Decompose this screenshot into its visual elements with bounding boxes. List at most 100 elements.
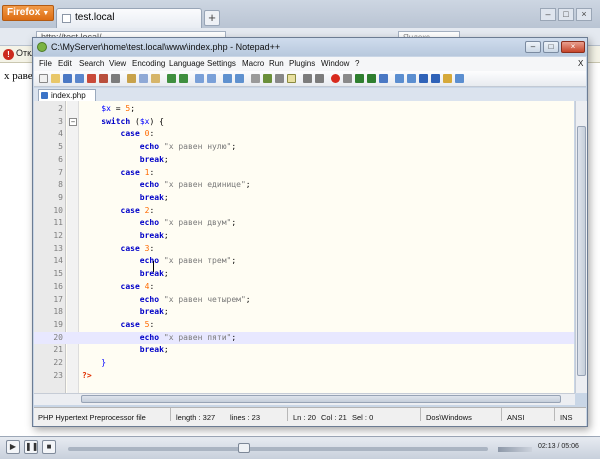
stop-macro-icon[interactable] xyxy=(343,74,352,83)
code-token: case xyxy=(82,319,140,329)
code-line[interactable]: 15 break; xyxy=(34,268,574,281)
code-text: break; xyxy=(82,344,169,357)
code-text: case 3: xyxy=(82,243,155,256)
fold-toggle-icon[interactable]: − xyxy=(69,117,77,126)
browser-tab[interactable]: test.local xyxy=(56,8,202,28)
seek-handle[interactable] xyxy=(238,443,250,453)
close-all-icon[interactable] xyxy=(99,74,108,83)
code-line[interactable]: 20 echo "x равен пяти"; xyxy=(34,331,574,345)
menu-search[interactable]: Search xyxy=(79,57,104,71)
horizontal-scroll-thumb[interactable] xyxy=(81,395,561,403)
play-icon[interactable]: ▶ xyxy=(6,440,20,454)
code-token: echo xyxy=(82,142,160,152)
code-token: "x равен пяти" xyxy=(163,332,232,342)
close-file-icon[interactable] xyxy=(87,74,96,83)
code-line[interactable]: 5 echo "x равен нулю"; xyxy=(34,141,574,154)
code-line[interactable]: 13 case 3: xyxy=(34,243,574,256)
minimize-icon[interactable]: – xyxy=(540,8,556,21)
new-tab-button[interactable]: + xyxy=(204,10,220,26)
plugin-a-icon[interactable] xyxy=(395,74,404,83)
firefox-menu-button[interactable]: Firefox ▼ xyxy=(2,5,54,21)
zoom-out-icon[interactable] xyxy=(235,74,244,83)
line-number: 20 xyxy=(53,332,63,342)
volume-slider[interactable] xyxy=(498,447,532,452)
code-line[interactable]: 6 break; xyxy=(34,154,574,167)
menu-macro[interactable]: Macro xyxy=(242,57,264,71)
code-token: "x равен единице" xyxy=(163,180,246,190)
new-file-icon[interactable] xyxy=(39,74,48,83)
open-file-icon[interactable] xyxy=(51,74,60,83)
plugin-e-icon[interactable] xyxy=(443,74,452,83)
menu-window[interactable]: Window xyxy=(321,57,349,71)
find-icon[interactable] xyxy=(195,74,204,83)
menu-run[interactable]: Run xyxy=(269,57,284,71)
menu-edit[interactable]: Edit xyxy=(58,57,72,71)
undo-icon[interactable] xyxy=(167,74,176,83)
plugin-b-icon[interactable] xyxy=(407,74,416,83)
code-line[interactable]: 3− switch ($x) { xyxy=(34,116,574,129)
code-line[interactable]: 23 ?> xyxy=(34,370,574,383)
function-list-icon[interactable] xyxy=(315,74,324,83)
menu-close-document[interactable]: X xyxy=(578,57,583,71)
sync-scroll-icon[interactable] xyxy=(251,74,260,83)
close-icon[interactable]: × xyxy=(576,8,592,21)
vertical-scroll-thumb[interactable] xyxy=(577,126,586,376)
maximize-icon[interactable]: □ xyxy=(543,41,559,53)
code-line[interactable]: 9 break; xyxy=(34,192,574,205)
copy-icon[interactable] xyxy=(139,74,148,83)
stop-icon[interactable]: ■ xyxy=(42,440,56,454)
menu-language[interactable]: Language xyxy=(169,57,205,71)
replace-icon[interactable] xyxy=(207,74,216,83)
run-macro-multiple-icon[interactable] xyxy=(367,74,376,83)
code-line[interactable]: 21 break; xyxy=(34,344,574,357)
cut-icon[interactable] xyxy=(127,74,136,83)
code-line[interactable]: 19 case 5: xyxy=(34,319,574,332)
plugin-c-icon[interactable] xyxy=(419,74,428,83)
code-editor[interactable]: 2 $x = 5; 3− switch ($x) {4 case 0: 5 echo… xyxy=(34,101,574,393)
document-tab[interactable]: index.php xyxy=(38,89,96,101)
maximize-icon[interactable]: □ xyxy=(558,8,574,21)
line-number: 16 xyxy=(53,281,63,291)
seek-bar[interactable] xyxy=(68,447,488,451)
code-line[interactable]: 4 case 0: xyxy=(34,128,574,141)
minimize-icon[interactable]: – xyxy=(525,41,541,53)
save-icon[interactable] xyxy=(63,74,72,83)
play-macro-icon[interactable] xyxy=(355,74,364,83)
code-token: ; xyxy=(231,218,237,228)
save-macro-icon[interactable] xyxy=(379,74,388,83)
show-all-chars-icon[interactable] xyxy=(275,74,284,83)
plugin-f-icon[interactable] xyxy=(455,74,464,83)
plugin-d-icon[interactable] xyxy=(431,74,440,83)
code-line[interactable]: 8 echo "x равен единице"; xyxy=(34,179,574,192)
menu-file[interactable]: File xyxy=(39,57,52,71)
save-all-icon[interactable] xyxy=(75,74,84,83)
menu-encoding[interactable]: Encoding xyxy=(132,57,165,71)
menu-settings[interactable]: Settings xyxy=(207,57,236,71)
menu-plugins[interactable]: Plugins xyxy=(289,57,315,71)
zoom-in-icon[interactable] xyxy=(223,74,232,83)
redo-icon[interactable] xyxy=(179,74,188,83)
code-line[interactable]: 10 case 2: xyxy=(34,205,574,218)
pause-icon[interactable]: ❚❚ xyxy=(24,440,38,454)
indent-guide-icon[interactable] xyxy=(287,74,296,83)
menu-help[interactable]: ? xyxy=(355,57,359,71)
line-number: 22 xyxy=(53,358,63,367)
code-token: echo xyxy=(82,294,160,304)
code-line[interactable]: 17 echo "x равен четырем"; xyxy=(34,294,574,307)
doc-map-icon[interactable] xyxy=(303,74,312,83)
paste-icon[interactable] xyxy=(151,74,160,83)
code-line[interactable]: 12 break; xyxy=(34,230,574,243)
code-line[interactable]: 2 $x = 5; xyxy=(34,103,574,116)
code-line[interactable]: 7 case 1: xyxy=(34,167,574,180)
code-line[interactable]: 14 echo "x равен трем"; xyxy=(34,255,574,268)
print-icon[interactable] xyxy=(111,74,120,83)
code-line[interactable]: 22 } xyxy=(34,357,574,370)
code-line[interactable]: 18 break; xyxy=(34,306,574,319)
record-macro-icon[interactable] xyxy=(331,74,340,83)
code-line[interactable]: 11 echo "x равен двум"; xyxy=(34,217,574,230)
code-line[interactable]: 16 case 4: xyxy=(34,281,574,294)
word-wrap-icon[interactable] xyxy=(263,74,272,83)
menu-view[interactable]: View xyxy=(109,57,126,71)
close-icon[interactable]: × xyxy=(561,41,585,53)
